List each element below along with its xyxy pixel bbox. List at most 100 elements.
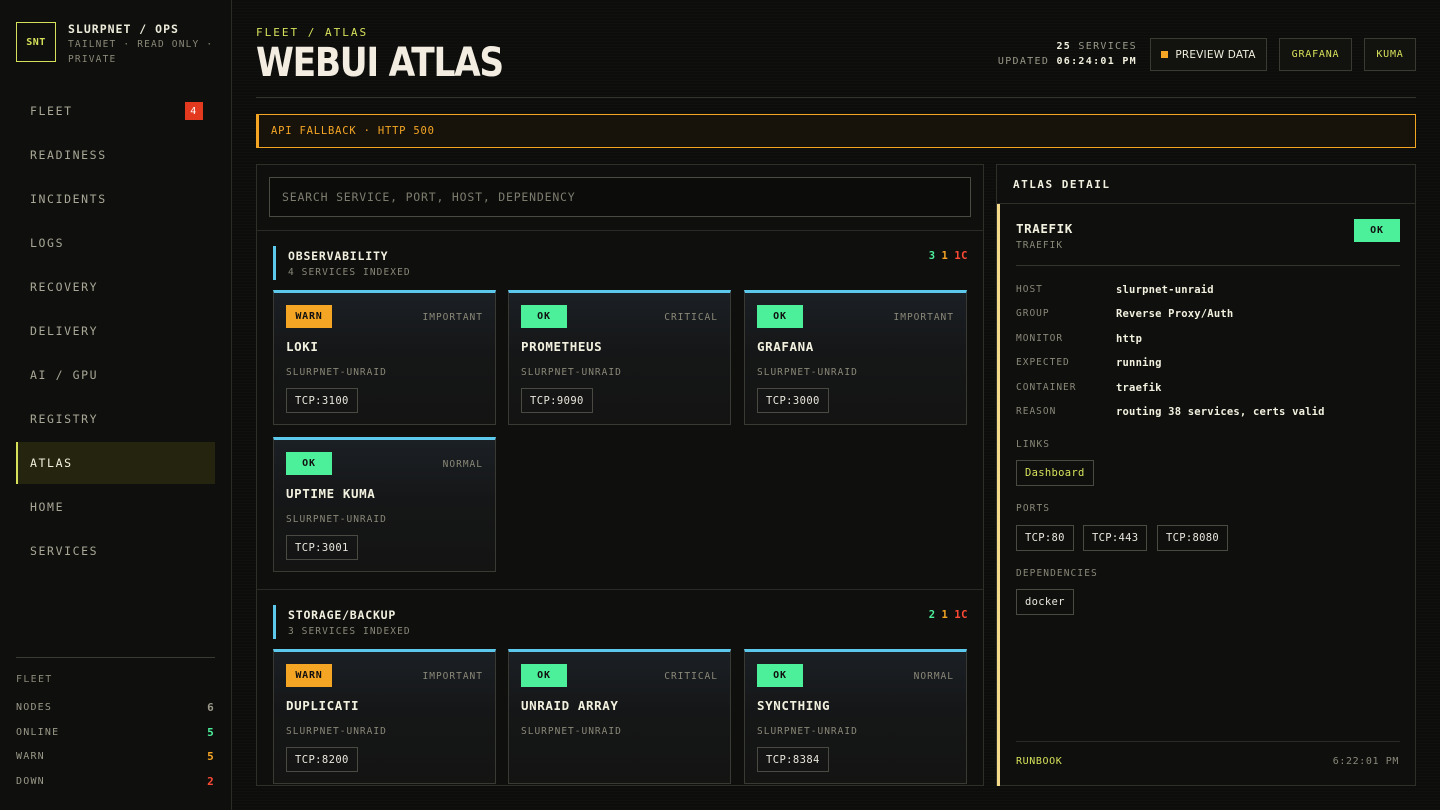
port-chip: TCP:80 [1016,525,1074,551]
alert-text: API FALLBACK · HTTP 500 [271,125,435,137]
sidebar-item-ai-gpu[interactable]: AI / GPU [16,354,215,396]
atlas-detail-panel: ATLAS DETAIL TRAEFIK TRAEFIK OK HOST slur… [996,164,1416,786]
stat-row-warn: WARN 5 [16,745,215,770]
sidebar: SNT SLURPNET / OPS TAILNET · READ ONLY ·… [0,0,232,810]
down-count: 1C [954,609,968,621]
sidebar-nav: FLEET 4 READINESS INCIDENTS LOGS RECOVER… [16,90,215,574]
sidebar-item-label: READINESS [30,148,107,162]
sidebar-item-atlas[interactable]: ATLAS [16,442,215,484]
service-host: SLURPNET-UNRAID [286,726,387,737]
field-key: REASON [1016,406,1057,417]
stat-value: 5 [207,750,215,764]
service-card-grafana[interactable]: OK IMPORTANT GRAFANA SLURPNET-UNRAID TCP… [744,290,967,425]
service-name: UPTIME KUMA [286,486,376,501]
sidebar-item-services[interactable]: SERVICES [16,530,215,572]
port-chip: TCP:8080 [1157,525,1228,551]
service-name: GRAFANA [757,339,814,354]
preview-indicator-icon [1161,51,1169,58]
section-subtitle: 4 SERVICES INDEXED [288,267,411,278]
links-label: LINKS [1016,439,1051,450]
field-value: running [1116,357,1162,369]
port-chip: TCP:8384 [757,747,829,772]
status-badge: WARN [286,305,332,328]
sidebar-item-label: RECOVERY [30,280,99,294]
brand-subtitle: TAILNET · READ ONLY · PRIVATE [68,39,214,65]
section-divider [257,230,983,231]
detail-footer-divider [1016,741,1400,742]
brand-title: SLURPNET / OPS [68,22,179,36]
service-card-uptime-kuma[interactable]: OK NORMAL UPTIME KUMA SLURPNET-UNRAID TC… [273,437,496,572]
sidebar-item-logs[interactable]: LOGS [16,222,215,264]
sidebar-item-readiness[interactable]: READINESS [16,134,215,176]
sidebar-item-fleet[interactable]: FLEET 4 [16,90,215,132]
stat-row-online: ONLINE 5 [16,720,215,745]
stat-row-nodes: NODES 6 [16,695,215,720]
field-value: Reverse Proxy/Auth [1116,308,1234,320]
sidebar-item-label: DELIVERY [30,324,99,338]
search-input[interactable] [269,177,971,217]
services-label: SERVICES [1078,41,1137,52]
service-name: UNRAID ARRAY [521,698,619,713]
service-card-duplicati[interactable]: WARN IMPORTANT DUPLICATI SLURPNET-UNRAID… [273,649,496,784]
breadcrumb: FLEET / ATLAS [256,26,369,39]
field-value: traefik [1116,382,1162,394]
service-host: SLURPNET-UNRAID [286,514,387,525]
dependency-chip: docker [1016,589,1074,615]
detail-timestamp: 6:22:01 PM [1332,756,1399,767]
status-badge: OK [521,305,567,328]
field-key: HOST [1016,284,1043,295]
section-header-observability: OBSERVABILITY 4 SERVICES INDEXED 3 1 1C [273,246,968,280]
field-key: EXPECTED [1016,357,1070,368]
fleet-stats-title: FLEET [16,674,53,685]
sidebar-item-label: HOME [30,500,65,514]
ports-label: PORTS [1016,503,1051,514]
detail-status-badge: OK [1354,219,1400,242]
service-card-syncthing[interactable]: OK NORMAL SYNCTHING SLURPNET-UNRAID TCP:… [744,649,967,784]
fleet-count-badge: 4 [185,102,203,120]
service-host: SLURPNET-UNRAID [757,367,858,378]
api-fallback-alert: API FALLBACK · HTTP 500 [256,114,1416,148]
brand: SNT SLURPNET / OPS TAILNET · READ ONLY ·… [16,22,218,67]
kuma-button[interactable]: KUMA [1364,38,1416,71]
field-value: http [1116,333,1143,345]
detail-body: TRAEFIK TRAEFIK OK HOST slurpnet-unraid G… [997,204,1415,786]
brand-logo: SNT [16,22,56,62]
stat-row-down: DOWN 2 [16,769,215,794]
sidebar-item-incidents[interactable]: INCIDENTS [16,178,215,220]
detail-field-group: GROUP Reverse Proxy/Auth [1016,308,1233,320]
service-host: SLURPNET-UNRAID [757,726,858,737]
sidebar-item-recovery[interactable]: RECOVERY [16,266,215,308]
status-badge: OK [286,452,332,475]
field-key: GROUP [1016,308,1050,319]
preview-data-label: PREVIEW DATA [1175,48,1256,61]
preview-data-button[interactable]: PREVIEW DATA [1150,38,1267,71]
service-card-prometheus[interactable]: OK CRITICAL PROMETHEUS SLURPNET-UNRAID T… [508,290,731,425]
detail-field-container: CONTAINER traefik [1016,382,1162,394]
sidebar-item-registry[interactable]: REGISTRY [16,398,215,440]
warn-count: 1 [941,609,949,621]
sidebar-item-delivery[interactable]: DELIVERY [16,310,215,352]
service-card-unraid-array[interactable]: OK CRITICAL UNRAID ARRAY SLURPNET-UNRAID [508,649,731,784]
stat-label: ONLINE [16,726,60,738]
detail-field-host: HOST slurpnet-unraid [1016,284,1214,296]
updated-time: 06:24:01 PM [1056,56,1137,67]
stat-value: 5 [207,725,215,739]
service-name: DUPLICATI [286,698,360,713]
runbook-link[interactable]: RUNBOOK [1016,756,1062,767]
service-name: PROMETHEUS [521,339,603,354]
status-badge: OK [521,664,567,687]
priority-label: NORMAL [913,671,954,682]
dashboard-link[interactable]: Dashboard [1016,460,1094,486]
page-title: WEBUI ATLAS [256,40,504,86]
section-counts: 3 1 1C [923,250,968,262]
section-subtitle: 3 SERVICES INDEXED [288,626,411,637]
port-chip: TCP:443 [1083,525,1148,551]
detail-service-sub: TRAEFIK [1016,240,1064,251]
stat-label: WARN [16,751,45,763]
priority-label: IMPORTANT [893,312,954,323]
service-card-loki[interactable]: WARN IMPORTANT LOKI SLURPNET-UNRAID TCP:… [273,290,496,425]
priority-label: CRITICAL [664,312,718,323]
sidebar-item-home[interactable]: HOME [16,486,215,528]
sidebar-item-label: SERVICES [30,544,99,558]
grafana-button[interactable]: GRAFANA [1279,38,1352,71]
